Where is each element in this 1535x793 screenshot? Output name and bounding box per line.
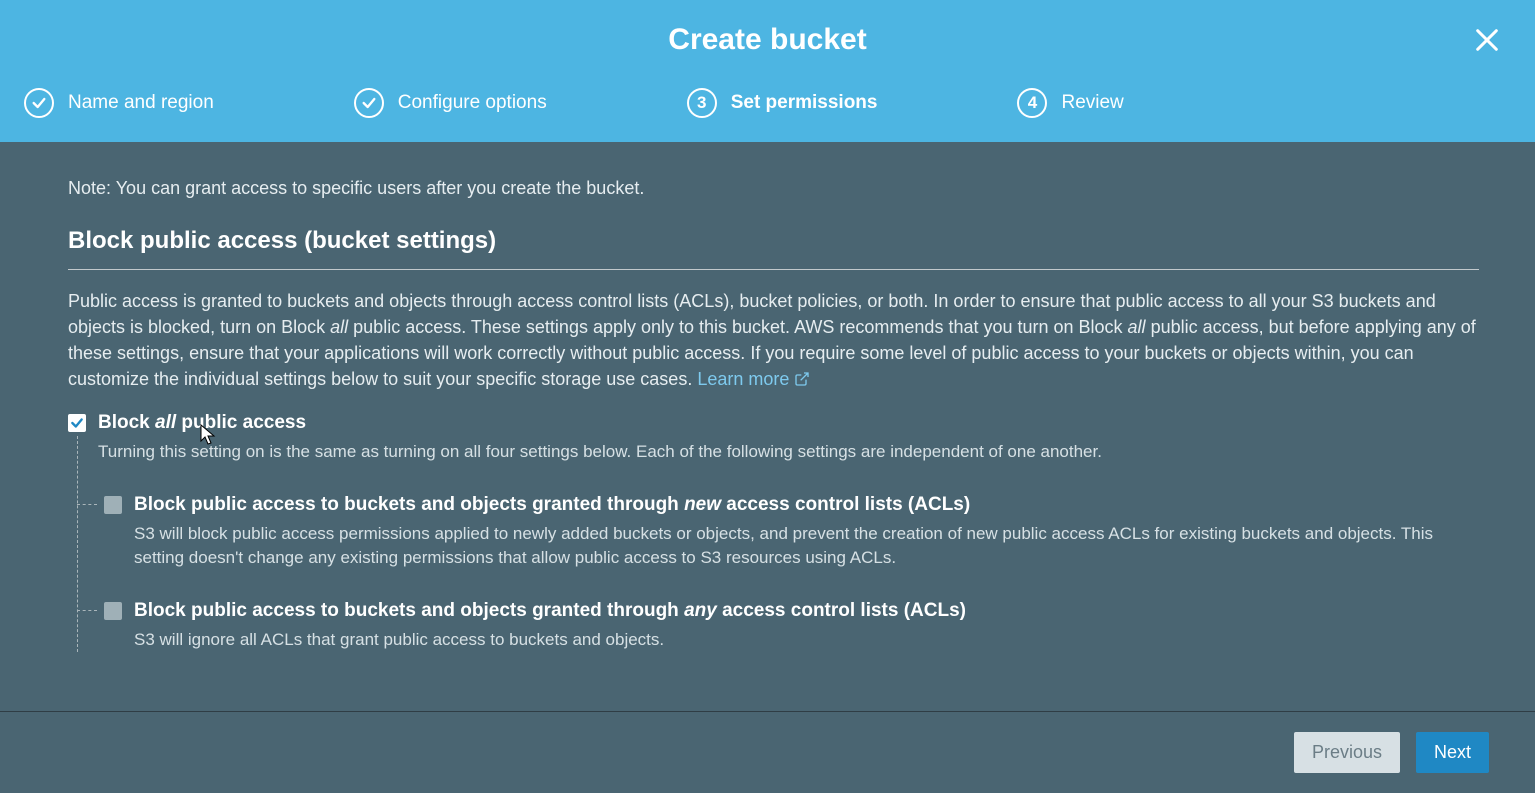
previous-button[interactable]: Previous xyxy=(1294,732,1400,773)
note-text: Note: You can grant access to specific u… xyxy=(68,178,1479,199)
step-label: Set permissions xyxy=(731,92,878,114)
modal-title: Create bucket xyxy=(668,23,866,57)
sub-checkbox-any-acls[interactable] xyxy=(104,602,122,620)
sub-option-new-acls: Block public access to buckets and objec… xyxy=(104,494,1479,570)
block-all-row: Block all public access Turning this set… xyxy=(68,412,1479,464)
block-public-access-tree: Block all public access Turning this set… xyxy=(68,412,1479,651)
section-description: Public access is granted to buckets and … xyxy=(68,288,1479,392)
block-all-checkbox[interactable] xyxy=(68,414,86,432)
step-number: 4 xyxy=(1017,88,1047,118)
tree-line xyxy=(77,436,78,651)
sub-title: Block public access to buckets and objec… xyxy=(134,494,1479,516)
block-all-desc: Turning this setting on is the same as t… xyxy=(98,440,1102,464)
wizard-footer: Previous Next xyxy=(0,711,1535,793)
step-number: 3 xyxy=(687,88,717,118)
block-all-title: Block all public access xyxy=(98,412,1102,434)
sub-desc: S3 will block public access permissions … xyxy=(134,522,1479,570)
step-label: Name and region xyxy=(68,92,214,114)
modal-header: Create bucket Name and region Configure … xyxy=(0,0,1535,142)
next-button[interactable]: Next xyxy=(1416,732,1489,773)
step-label: Review xyxy=(1061,92,1123,114)
step-name-and-region[interactable]: Name and region xyxy=(24,88,214,118)
section-title: Block public access (bucket settings) xyxy=(68,227,1479,255)
sub-option-any-acls: Block public access to buckets and objec… xyxy=(104,600,1479,652)
step-review[interactable]: 4 Review xyxy=(1017,88,1123,118)
permissions-panel[interactable]: Note: You can grant access to specific u… xyxy=(0,142,1535,711)
sub-checkbox-new-acls[interactable] xyxy=(104,496,122,514)
sub-title: Block public access to buckets and objec… xyxy=(134,600,966,622)
step-set-permissions[interactable]: 3 Set permissions xyxy=(687,88,878,118)
step-configure-options[interactable]: Configure options xyxy=(354,88,547,118)
check-icon xyxy=(354,88,384,118)
check-icon xyxy=(24,88,54,118)
title-bar: Create bucket xyxy=(0,0,1535,80)
section-divider xyxy=(68,269,1479,270)
step-label: Configure options xyxy=(398,92,547,114)
learn-more-link[interactable]: Learn more xyxy=(697,369,810,389)
sub-desc: S3 will ignore all ACLs that grant publi… xyxy=(134,628,966,652)
close-icon[interactable] xyxy=(1471,24,1503,56)
wizard-steps: Name and region Configure options 3 Set … xyxy=(0,80,1535,142)
external-link-icon xyxy=(794,371,810,387)
